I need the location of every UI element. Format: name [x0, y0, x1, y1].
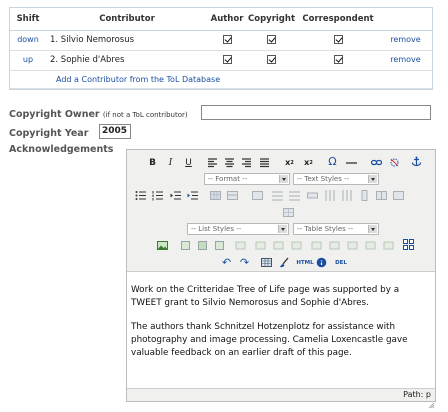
superscript-icon[interactable]: x2	[303, 157, 314, 168]
copyright-owner-label-text: Copyright Owner	[9, 109, 100, 120]
block-style-icon[interactable]	[235, 240, 246, 251]
author-checkbox[interactable]	[222, 55, 232, 64]
insert-col-before-icon[interactable]	[324, 190, 335, 201]
editor-content-area[interactable]: Work on the Critteridae Tree of Life pag…	[127, 271, 435, 389]
block-style-icon[interactable]	[273, 240, 284, 251]
block-style-icon[interactable]	[255, 240, 266, 251]
editor-path-status: Path: p	[403, 390, 431, 399]
italic-icon[interactable]: I	[165, 157, 176, 168]
table-cell-props-icon[interactable]	[252, 190, 263, 201]
author-checkbox[interactable]	[222, 35, 232, 44]
copyright-owner-label: Copyright Owner (if not a ToL contributo…	[9, 109, 188, 120]
template-icon[interactable]	[403, 239, 414, 250]
contributor-name: 2. Sophie d'Abres	[46, 50, 208, 71]
insert-row-after-icon[interactable]	[289, 190, 300, 201]
align-right-icon[interactable]	[241, 157, 252, 168]
image-icon[interactable]	[157, 240, 168, 251]
outdent-icon[interactable]	[170, 190, 181, 201]
correspondent-checkbox[interactable]	[333, 55, 343, 64]
bold-icon[interactable]: B	[147, 157, 158, 168]
delete-row-icon[interactable]	[307, 190, 318, 201]
align-justify-icon[interactable]	[259, 157, 270, 168]
cleanup-icon[interactable]	[279, 257, 290, 268]
copyright-year-label: Copyright Year	[9, 128, 89, 139]
copyright-year-input[interactable]: 2005	[99, 124, 131, 139]
format-select[interactable]: -- Format --	[204, 173, 290, 185]
redo-icon[interactable]: ↷	[239, 256, 250, 269]
editor-toolbar: B I U x2 x2 Ω -- Format -- -- Text Style…	[127, 150, 435, 271]
correspondent-checkbox[interactable]	[333, 35, 343, 44]
anchor-icon[interactable]	[411, 156, 422, 167]
indent-icon[interactable]	[187, 190, 198, 201]
bullet-list-icon[interactable]	[135, 190, 146, 201]
subscript-icon[interactable]: x2	[284, 157, 295, 168]
delete-col-icon[interactable]	[359, 190, 370, 201]
table-icon[interactable]	[210, 190, 221, 201]
copyright-owner-input[interactable]	[201, 105, 431, 120]
col-header-contributor: Contributor	[46, 8, 208, 31]
contributors-table: Shift Contributor Author Copyright Corre…	[9, 7, 433, 90]
col-header-shift: Shift	[10, 8, 46, 31]
text-styles-select-label: -- Text Styles --	[297, 175, 350, 183]
list-styles-select[interactable]: -- List Styles --	[187, 223, 289, 235]
list-styles-select-label: -- List Styles --	[191, 225, 242, 233]
table-extra-icon[interactable]	[283, 207, 294, 218]
block-style-icon[interactable]	[329, 240, 340, 251]
table-row: down 1. Silvio Nemorosus remove	[10, 30, 432, 51]
copyright-checkbox[interactable]	[267, 35, 276, 44]
insert-col-after-icon[interactable]	[341, 190, 352, 201]
col-header-author: Author	[208, 8, 246, 31]
block-style-icon[interactable]	[383, 240, 394, 251]
unlink-icon[interactable]	[389, 157, 400, 168]
underline-icon[interactable]: U	[183, 157, 194, 168]
block-style-icon[interactable]	[311, 240, 322, 251]
numbered-list-icon[interactable]	[152, 190, 163, 201]
shift-down-link[interactable]: down	[17, 35, 39, 44]
add-contributor-link[interactable]: Add a Contributor from the ToL Database	[10, 70, 432, 89]
undo-icon[interactable]: ↶	[221, 256, 232, 269]
col-header-remove	[379, 8, 432, 31]
insert-row-before-icon[interactable]	[272, 190, 283, 201]
contributor-name: 1. Silvio Nemorosus	[46, 30, 208, 51]
col-header-copyright: Copyright	[246, 8, 298, 31]
table-row-props-icon[interactable]	[227, 190, 238, 201]
split-cells-icon[interactable]	[376, 190, 387, 201]
block-style-icon[interactable]	[365, 240, 376, 251]
block-style-icon[interactable]	[291, 240, 302, 251]
table-styles-select-label: -- Table Styles --	[297, 225, 354, 233]
remove-link[interactable]: remove	[390, 55, 420, 64]
align-left-icon[interactable]	[207, 157, 218, 168]
text-styles-select[interactable]: -- Text Styles --	[293, 173, 379, 185]
special-character-icon[interactable]: Ω	[327, 155, 338, 168]
cell-style-icon[interactable]	[214, 240, 225, 251]
copyright-checkbox[interactable]	[267, 55, 276, 64]
copyright-owner-note: (if not a ToL contributor)	[102, 111, 188, 119]
editor-paragraph: Work on the Critteridae Tree of Life pag…	[131, 285, 400, 308]
shift-up-link[interactable]: up	[23, 55, 33, 64]
help-icon[interactable]	[316, 257, 327, 268]
insert-table-icon[interactable]	[261, 257, 272, 268]
html-source-icon[interactable]: HTML	[296, 257, 313, 268]
resize-grip-icon[interactable]	[428, 394, 435, 409]
align-center-icon[interactable]	[224, 157, 235, 168]
col-header-correspondent: Correspondent	[297, 8, 380, 31]
cell-style-icon[interactable]	[197, 240, 208, 251]
merge-cells-icon[interactable]	[393, 190, 404, 201]
delete-text-icon[interactable]: DEL	[334, 257, 348, 268]
table-styles-select[interactable]: -- Table Styles --	[293, 223, 379, 235]
acknowledgements-label: Acknowledgements	[9, 144, 114, 155]
remove-link[interactable]: remove	[390, 35, 420, 44]
format-select-label: -- Format --	[208, 175, 248, 183]
cell-style-icon[interactable]	[180, 240, 191, 251]
acknowledgements-editor: B I U x2 x2 Ω -- Format -- -- Text Style…	[126, 149, 436, 409]
link-icon[interactable]	[371, 157, 382, 168]
block-style-icon[interactable]	[347, 240, 358, 251]
horizontal-rule-icon[interactable]	[346, 157, 357, 168]
editor-paragraph: The authors thank Schnitzel Hotzenplotz …	[131, 322, 408, 358]
table-row: up 2. Sophie d'Abres remove	[10, 50, 432, 71]
